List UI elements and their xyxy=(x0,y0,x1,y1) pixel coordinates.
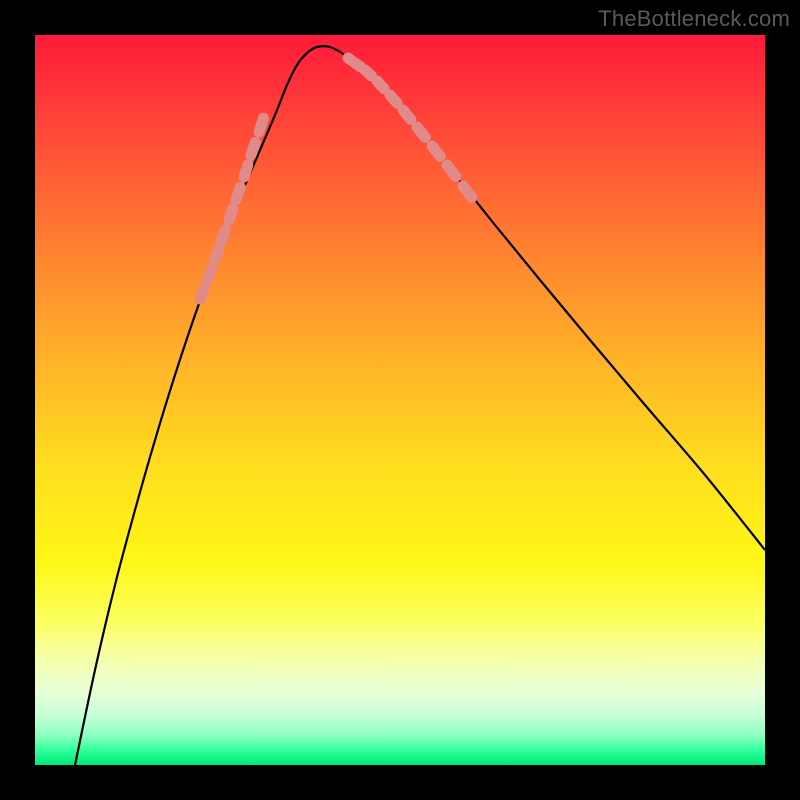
dash-segment xyxy=(244,165,248,177)
dash-segment xyxy=(221,230,225,242)
dash-segment xyxy=(463,186,472,198)
chart-frame: TheBottleneck.com xyxy=(0,0,800,800)
plot-area xyxy=(35,35,765,765)
dash-segment xyxy=(229,209,233,220)
watermark-text: TheBottleneck.com xyxy=(598,6,790,32)
dash-segment xyxy=(215,250,218,260)
dash-segment xyxy=(390,95,397,103)
dash-segment xyxy=(403,110,411,119)
dash-segment xyxy=(432,146,440,156)
dash-segment xyxy=(200,289,204,299)
dash-overlay-left xyxy=(200,118,263,299)
dash-segment xyxy=(417,127,425,137)
dash-segment xyxy=(251,142,255,155)
dash-segment xyxy=(377,81,384,89)
dash-segment xyxy=(355,63,361,67)
bottleneck-curve xyxy=(75,46,765,765)
dash-segment xyxy=(236,187,240,200)
dash-segment xyxy=(447,165,456,177)
dash-segment xyxy=(207,269,211,281)
dash-segment xyxy=(365,70,372,76)
curve-svg xyxy=(35,35,765,765)
dash-segment xyxy=(259,118,263,132)
dash-overlay-right xyxy=(348,58,472,198)
